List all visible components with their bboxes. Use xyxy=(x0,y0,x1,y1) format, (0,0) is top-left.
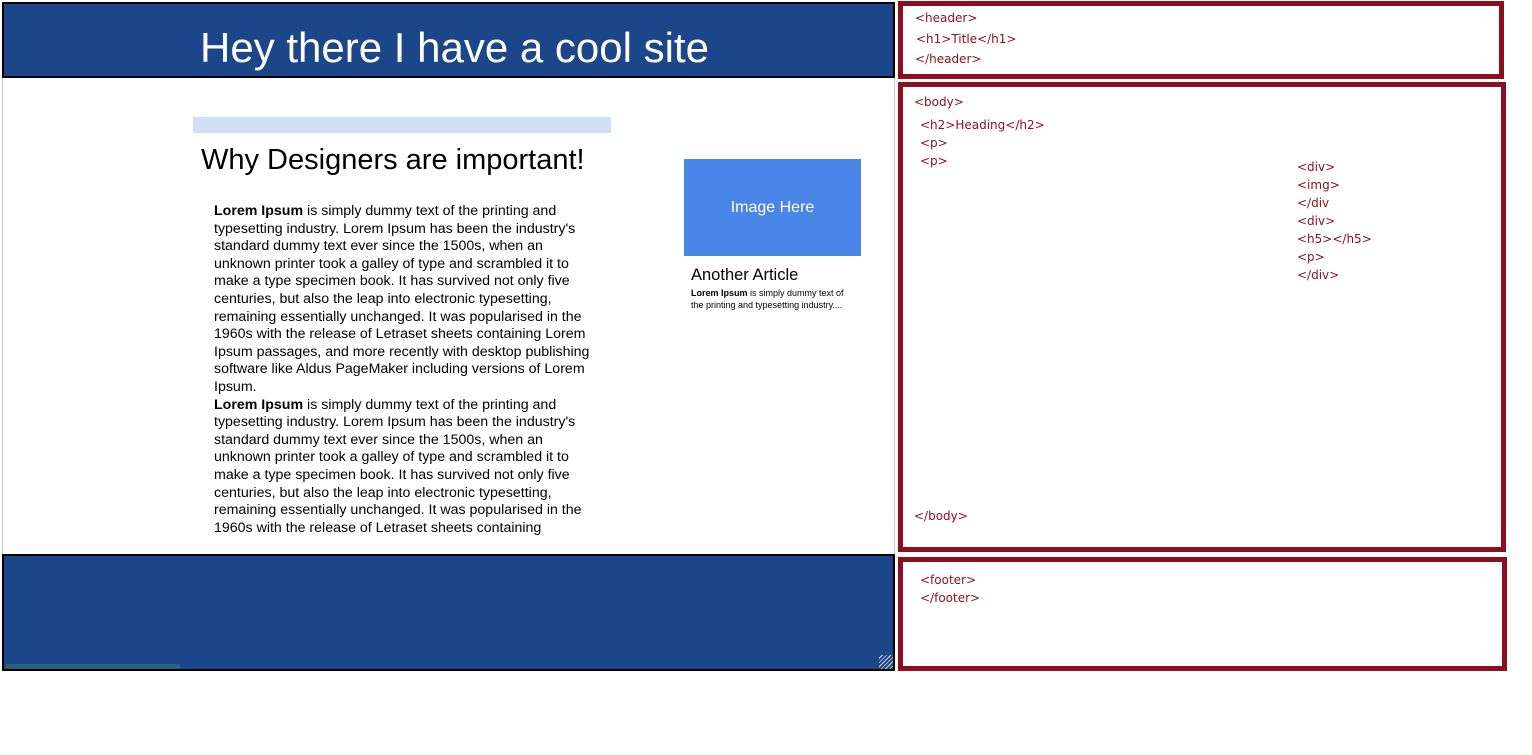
body-annotation: <body> <h2>Heading</h2> <p> <p> <div> <i… xyxy=(898,82,1506,552)
mockup-body: Why Designers are important! Lorem Ipsum… xyxy=(2,78,895,554)
annotation-line: <img> xyxy=(1297,178,1340,192)
annotation-line: </body> xyxy=(914,509,968,523)
site-title: Hey there I have a cool site xyxy=(200,24,709,71)
annotation-line: <h5></h5> xyxy=(1297,232,1372,246)
article-paragraph-1: Lorem Ipsum is simply dummy text of the … xyxy=(214,203,598,397)
article-paragraph-2: Lorem Ipsum is simply dummy text of the … xyxy=(214,397,598,537)
image-placeholder: Image Here xyxy=(684,159,861,256)
annotation-line: <body> xyxy=(914,95,964,109)
resize-grip-icon[interactable] xyxy=(879,655,893,669)
image-placeholder-label: Image Here xyxy=(730,198,815,216)
accent-bar xyxy=(193,117,611,133)
annotation-line: <h1>Title</h1> xyxy=(916,32,1017,46)
annotation-line: </header> xyxy=(915,52,982,66)
side-article-heading: Another Article xyxy=(691,266,799,284)
header-annotation: <header> <h1>Title</h1> </header> xyxy=(898,1,1504,79)
side-text-bold: Lorem Ipsum xyxy=(691,288,748,298)
annotation-line: <div> xyxy=(1297,160,1336,174)
mockup-footer xyxy=(2,554,895,671)
annotation-line: <p> xyxy=(1297,250,1325,264)
annotation-line: <footer> xyxy=(920,573,977,587)
annotation-line: <h2>Heading</h2> xyxy=(920,118,1045,132)
annotation-line: <header> xyxy=(915,11,978,25)
side-article-text: Lorem Ipsum is simply dummy text of the … xyxy=(691,288,851,311)
annotation-line: </div xyxy=(1297,196,1330,210)
paragraph-bold: Lorem Ipsum xyxy=(214,396,304,413)
article-text: Lorem Ipsum is simply dummy text of the … xyxy=(214,203,598,537)
paragraph-text: is simply dummy text of the printing and… xyxy=(214,203,590,395)
footer-stripe xyxy=(6,664,180,669)
annotation-line: </footer> xyxy=(920,591,981,605)
footer-annotation: <footer> </footer> xyxy=(898,557,1507,671)
mockup-header: Hey there I have a cool site xyxy=(2,2,895,78)
paragraph-text: is simply dummy text of the printing and… xyxy=(214,396,582,536)
annotation-line: </div> xyxy=(1297,268,1340,282)
annotation-line: <div> xyxy=(1297,214,1336,228)
annotation-line: <p> xyxy=(920,154,948,168)
annotation-line: <p> xyxy=(920,136,948,150)
article-heading: Why Designers are important! xyxy=(201,144,585,176)
paragraph-bold: Lorem Ipsum xyxy=(214,203,304,219)
